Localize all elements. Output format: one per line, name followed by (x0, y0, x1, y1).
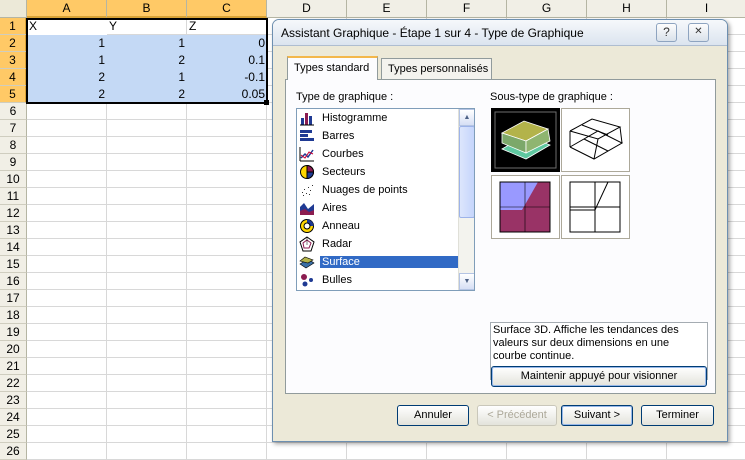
row-header[interactable]: 3 (0, 52, 27, 69)
chart-type-list[interactable]: Histogramme Barres Courbes Secteurs Nuages d… (296, 108, 475, 291)
pie-chart-icon (299, 164, 315, 180)
chart-type-item[interactable]: Surface (299, 253, 459, 271)
chart-wizard-dialog: Assistant Graphique - Étape 1 sur 4 - Ty… (272, 19, 728, 442)
row-header[interactable]: 22 (0, 375, 27, 392)
row-header[interactable]: 16 (0, 273, 27, 290)
wireframe-contour-icon (569, 181, 621, 233)
row-header[interactable]: 15 (0, 256, 27, 273)
row-header[interactable]: 5 (0, 86, 27, 103)
column-header[interactable]: F (427, 0, 507, 18)
column-header[interactable]: B (107, 0, 187, 18)
bubble-chart-icon (299, 272, 315, 288)
column-header[interactable]: I (667, 0, 745, 18)
chart-type-item[interactable]: Nuages de points (299, 181, 459, 199)
row-header[interactable]: 1 (0, 18, 27, 35)
row-header[interactable]: 18 (0, 307, 27, 324)
row-header[interactable]: 23 (0, 392, 27, 409)
press-and-hold-preview-button[interactable]: Maintenir appuyé pour visionner (491, 366, 707, 387)
row-header[interactable]: 13 (0, 222, 27, 239)
row-header[interactable]: 26 (0, 443, 27, 460)
chart-type-label: Secteurs (322, 166, 366, 178)
doughnut-chart-icon (299, 218, 315, 234)
selection-border (26, 18, 268, 104)
subtype-wireframe-contour[interactable] (561, 175, 630, 239)
dialog-titlebar[interactable]: Assistant Graphique - Étape 1 sur 4 - Ty… (273, 20, 727, 46)
chart-type-label: Surface (320, 256, 459, 268)
dialog-title: Assistant Graphique - Étape 1 sur 4 - Ty… (281, 26, 584, 40)
subtype-wireframe-3d[interactable] (561, 108, 630, 172)
radar-chart-icon (299, 236, 315, 252)
column-header[interactable]: D (267, 0, 347, 18)
chart-type-item[interactable]: Barres (299, 127, 459, 145)
row-header[interactable]: 25 (0, 426, 27, 443)
scroll-down-arrow-icon[interactable]: ▼ (459, 273, 474, 290)
row-header[interactable]: 17 (0, 290, 27, 307)
subtype-label: Sous-type de graphique : (490, 91, 613, 103)
row-header[interactable]: 8 (0, 137, 27, 154)
row-gridline (27, 442, 745, 443)
column-header[interactable]: G (507, 0, 587, 18)
tab-panel: Type de graphique : Sous-type de graphiq… (285, 79, 716, 394)
subtype-contour[interactable] (491, 175, 560, 239)
row-header[interactable]: 2 (0, 35, 27, 52)
list-scrollbar[interactable]: ▲ ▼ (458, 109, 474, 290)
row-header[interactable]: 24 (0, 409, 27, 426)
column-chart-icon (299, 110, 315, 126)
finish-button[interactable]: Terminer (641, 405, 714, 426)
chart-type-item[interactable]: Courbes (299, 145, 459, 163)
row-header[interactable]: 21 (0, 358, 27, 375)
help-button[interactable]: ? (656, 23, 677, 42)
column-header[interactable]: C (187, 0, 267, 18)
chart-subtype-grid (491, 108, 630, 239)
subtype-surface-3d[interactable] (491, 108, 560, 172)
chart-type-label: Courbes (322, 148, 364, 160)
row-header[interactable]: 9 (0, 154, 27, 171)
tab-custom-types[interactable]: Types personnalisés (381, 58, 492, 79)
row-header[interactable]: 20 (0, 341, 27, 358)
chart-type-item[interactable]: Bulles (299, 271, 459, 289)
contour-icon (499, 181, 551, 233)
column-header[interactable]: E (347, 0, 427, 18)
chart-type-item[interactable]: Anneau (299, 217, 459, 235)
surface-chart-icon (299, 254, 315, 270)
chart-type-item[interactable]: Aires (299, 199, 459, 217)
surface-3d-icon (494, 111, 557, 169)
chart-type-label: Radar (322, 238, 352, 250)
chart-type-label: Bulles (322, 274, 352, 286)
chart-type-item[interactable]: Radar (299, 235, 459, 253)
chart-type-label: Anneau (322, 220, 360, 232)
close-button[interactable]: ✕ (688, 23, 709, 42)
next-button[interactable]: Suivant > (561, 405, 633, 426)
row-header[interactable]: 7 (0, 120, 27, 137)
chart-type-label: Aires (322, 202, 348, 214)
row-header[interactable]: 14 (0, 239, 27, 256)
chart-type-label: Barres (322, 130, 355, 142)
row-header[interactable]: 4 (0, 69, 27, 86)
row-header[interactable]: 11 (0, 188, 27, 205)
row-header[interactable]: 19 (0, 324, 27, 341)
chart-type-label: Type de graphique : (296, 91, 394, 103)
tab-standard-types[interactable]: Types standard (287, 56, 378, 80)
fill-handle[interactable] (264, 100, 269, 105)
scatter-chart-icon (299, 182, 315, 198)
chart-type-label: Histogramme (322, 112, 388, 124)
wireframe-3d-icon (569, 118, 624, 160)
scrollbar-thumb[interactable] (459, 126, 474, 218)
chart-type-item[interactable]: Histogramme (299, 109, 459, 127)
select-all-corner[interactable] (0, 0, 27, 18)
column-header[interactable]: A (27, 0, 107, 18)
column-header[interactable]: H (587, 0, 667, 18)
chart-type-label: Nuages de points (322, 184, 408, 196)
row-header[interactable]: 6 (0, 103, 27, 120)
bar-chart-icon (299, 128, 315, 144)
row-header[interactable]: 10 (0, 171, 27, 188)
chart-type-item[interactable]: Secteurs (299, 163, 459, 181)
area-chart-icon (299, 200, 315, 216)
previous-button[interactable]: < Précédent (477, 405, 557, 426)
row-header[interactable]: 12 (0, 205, 27, 222)
cancel-button[interactable]: Annuler (397, 405, 469, 426)
line-chart-icon (299, 146, 315, 162)
scroll-up-arrow-icon[interactable]: ▲ (459, 109, 474, 126)
